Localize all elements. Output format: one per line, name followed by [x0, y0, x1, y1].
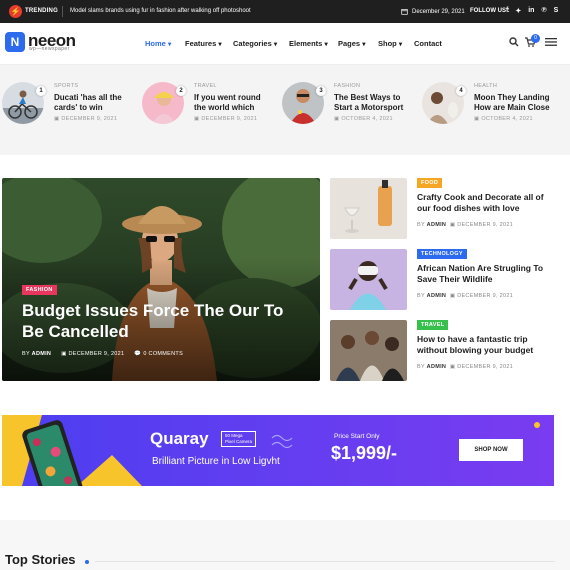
nav-contact[interactable]: Contact	[414, 39, 442, 48]
nav-categories[interactable]: Categories ▾	[233, 39, 277, 48]
post-date: ▣ DECEMBER 9, 2021	[54, 116, 118, 122]
section-dot	[85, 560, 89, 564]
mini-post[interactable]: 1 SPORTS Ducati 'has all the cards' to w…	[2, 82, 132, 132]
nav-pages[interactable]: Pages ▾	[338, 39, 365, 48]
post-category-tag[interactable]: FOOD	[417, 178, 443, 188]
hero-meta: BY ADMIN ▣ DECEMBER 9, 2021 💬 0 COMMENTS	[22, 351, 183, 357]
post-category-tag[interactable]: TRAVEL	[417, 320, 449, 330]
post-meta: BY ADMIN ▣ DECEMBER 9, 2021	[417, 364, 514, 370]
nav-shop[interactable]: Shop ▾	[378, 39, 402, 48]
promo-camera-badge: 50 Mega Pixel Camera	[221, 431, 257, 447]
nav-elements[interactable]: Elements ▾	[289, 39, 328, 48]
trending-label: TRENDING	[25, 8, 58, 14]
trending-headline[interactable]: Model slams brands using fur in fashion …	[70, 8, 251, 14]
mini-post[interactable]: 4 HEALTH Moon They Landing How are Main …	[422, 82, 552, 132]
promo-brand: Quaray	[150, 429, 209, 448]
chevron-down-icon: ▾	[167, 41, 172, 48]
linkedin-icon[interactable]: in	[528, 7, 534, 15]
post-category[interactable]: TRAVEL	[194, 83, 217, 89]
cart-count-badge: 0	[531, 34, 540, 43]
chevron-down-icon: ▾	[273, 41, 277, 48]
rank-number: 2	[176, 86, 186, 96]
rank-number: 3	[316, 86, 326, 96]
twitter-icon[interactable]: ✦	[515, 7, 521, 15]
mini-post[interactable]: 2 TRAVEL If you went round the world whi…	[142, 82, 272, 132]
facebook-icon[interactable]: f	[506, 7, 508, 15]
nav-features[interactable]: Features ▾	[185, 39, 222, 48]
chevron-down-icon: ▾	[324, 41, 328, 48]
post-thumbnail[interactable]	[330, 249, 407, 310]
date-text: December 29, 2021	[412, 8, 465, 15]
calendar-icon: ▣	[61, 351, 69, 357]
post-title[interactable]: How to have a fantastic trip without blo…	[417, 334, 557, 356]
menu-icon[interactable]	[545, 38, 557, 46]
post-date: ▣ DECEMBER 9, 2021	[194, 116, 258, 122]
post-date: ▣ DECEMBER 9, 2021	[61, 351, 125, 357]
flame-icon: ⚡	[9, 5, 22, 18]
top-bar: ⚡ TRENDING Model slams brands using fur …	[0, 0, 570, 23]
post-title[interactable]: Ducati 'has all the cards' to win	[54, 93, 134, 113]
shop-now-button[interactable]: SHOP NOW	[459, 439, 523, 461]
hero-category-tag[interactable]: FASHION	[22, 285, 57, 295]
chevron-down-icon: ▾	[362, 41, 366, 48]
price: $1,999/-	[331, 443, 398, 463]
post-category-tag[interactable]: TECHNOLOGY	[417, 249, 467, 259]
search-icon[interactable]	[509, 37, 519, 47]
hero-title[interactable]: Budget Issues Force The Our To Be Cancel…	[22, 300, 302, 342]
logo-icon[interactable]: N	[5, 32, 25, 52]
calendar-icon	[401, 9, 408, 15]
post-title[interactable]: Crafty Cook and Decorate all of our food…	[417, 192, 557, 214]
post-meta: BY ADMIN ▣ DECEMBER 9, 2021	[417, 222, 514, 228]
divider	[62, 6, 63, 17]
post-category[interactable]: HEALTH	[474, 83, 497, 89]
post-author: BY ADMIN	[22, 351, 52, 357]
chevron-down-icon: ▾	[398, 41, 402, 48]
promo-subtitle: Brilliant Picture in Low Ligvht	[152, 456, 280, 467]
post-title[interactable]: The Best Ways to Start a Motorsport	[334, 93, 414, 113]
post-title[interactable]: Moon They Landing How are Main Close	[474, 93, 554, 113]
section-title: Top Stories	[5, 552, 76, 567]
skype-icon[interactable]: S	[554, 7, 559, 15]
pinterest-icon[interactable]: ℗	[541, 7, 546, 15]
current-date: December 29, 2021	[401, 8, 465, 15]
section-divider	[95, 561, 555, 562]
social-links: f ✦ in ℗ S	[506, 7, 558, 15]
post-date: ▣ OCTOBER 4, 2021	[474, 116, 533, 122]
rank-number: 4	[456, 86, 466, 96]
post-category[interactable]: SPORTS	[54, 83, 78, 89]
chevron-down-icon: ▾	[218, 41, 222, 48]
logo-tagline: wp—newspaper	[29, 46, 70, 52]
post-category[interactable]: FASHION	[334, 83, 360, 89]
post-meta: BY ADMIN ▣ DECEMBER 9, 2021	[417, 293, 514, 299]
site-header	[0, 23, 570, 65]
post-thumbnail[interactable]	[330, 320, 407, 381]
post-thumbnail[interactable]	[330, 178, 407, 239]
post-title[interactable]: African Nation Are Strugling To Save The…	[417, 263, 557, 285]
follow-us-label: FOLLOW US :	[470, 8, 510, 14]
price-label: Price Start Only	[334, 433, 380, 440]
rank-number: 1	[36, 86, 46, 96]
post-comments: 💬 0 COMMENTS	[134, 351, 184, 357]
nav-home[interactable]: Home ▾	[145, 39, 171, 48]
post-date: ▣ OCTOBER 4, 2021	[334, 116, 393, 122]
post-title[interactable]: If you went round the world which	[194, 93, 274, 113]
mini-post[interactable]: 3 FASHION The Best Ways to Start a Motor…	[282, 82, 412, 132]
